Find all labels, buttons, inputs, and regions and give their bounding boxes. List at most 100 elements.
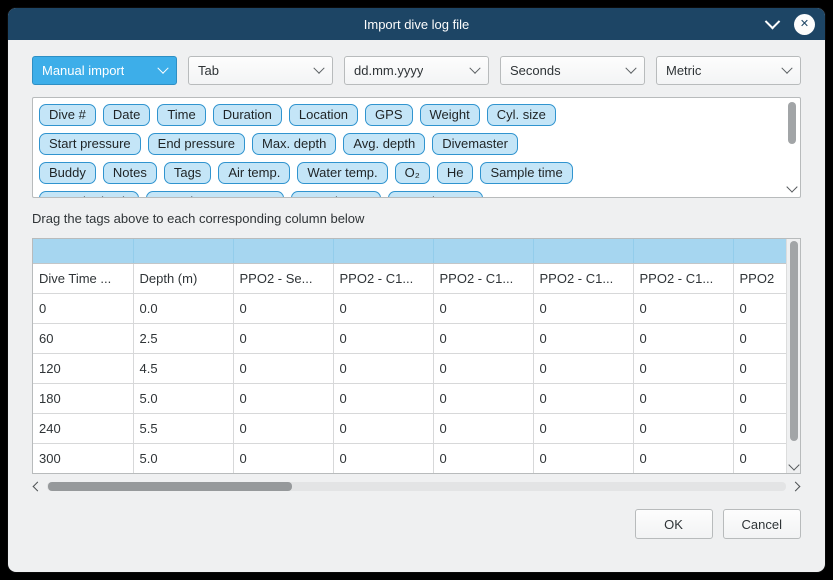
tag-dive[interactable]: Dive # bbox=[39, 104, 96, 126]
tag-divemaster[interactable]: Divemaster bbox=[432, 133, 518, 155]
table-cell: 0 bbox=[233, 383, 333, 413]
dialog-content: Manual importTabdd.mm.yyyySecondsMetric … bbox=[8, 40, 825, 572]
table-cell: 0 bbox=[533, 383, 633, 413]
table-cell: 0 bbox=[233, 443, 333, 473]
tag-he[interactable]: He bbox=[437, 162, 474, 184]
table-cell: 0 bbox=[533, 353, 633, 383]
tag-notes[interactable]: Notes bbox=[103, 162, 157, 184]
combo-metric[interactable]: Metric bbox=[656, 56, 801, 85]
tag-tags[interactable]: Tags bbox=[164, 162, 211, 184]
titlebar-icons: ✕ bbox=[767, 8, 815, 40]
combo-label: Manual import bbox=[42, 63, 124, 78]
chevron-down-icon[interactable] bbox=[765, 13, 781, 29]
column-drop-row bbox=[33, 239, 801, 263]
tag-sample-cns[interactable]: Sample CNS bbox=[388, 191, 483, 198]
tag-max-depth[interactable]: Max. depth bbox=[252, 133, 336, 155]
table-cell: 60 bbox=[33, 323, 133, 353]
combo-dd-mm-yyyy[interactable]: dd.mm.yyyy bbox=[344, 56, 489, 85]
table-cell: 180 bbox=[33, 383, 133, 413]
table-cell: 0 bbox=[333, 353, 433, 383]
table-cell: 0 bbox=[433, 293, 533, 323]
column-drop-target[interactable] bbox=[633, 239, 733, 263]
tag-duration[interactable]: Duration bbox=[213, 104, 282, 126]
tag-location[interactable]: Location bbox=[289, 104, 358, 126]
table-cell: 0 bbox=[633, 413, 733, 443]
combo-label: Metric bbox=[666, 63, 701, 78]
tagbox-scrollbar-vertical[interactable] bbox=[786, 100, 798, 195]
table-cell: 0 bbox=[633, 383, 733, 413]
table-cell: 300 bbox=[33, 443, 133, 473]
table-row: 3005.0000000 bbox=[33, 443, 801, 473]
chevron-down-icon bbox=[781, 62, 792, 73]
column-drop-target[interactable] bbox=[433, 239, 533, 263]
tag-cyl-size[interactable]: Cyl. size bbox=[487, 104, 556, 126]
table-cell: 2.5 bbox=[133, 323, 233, 353]
combo-tab[interactable]: Tab bbox=[188, 56, 333, 85]
tag-buddy[interactable]: Buddy bbox=[39, 162, 96, 184]
preview-table: Dive Time ...Depth (m)PPO2 - Se...PPO2 -… bbox=[33, 239, 801, 474]
titlebar[interactable]: Import dive log file ✕ bbox=[8, 8, 825, 40]
tag-box: Dive # Date Time Duration Location GPS Weight C… bbox=[32, 97, 801, 198]
drag-hint: Drag the tags above to each correspondin… bbox=[32, 211, 801, 229]
chevron-right-icon[interactable] bbox=[791, 482, 801, 492]
table-cell: 0 bbox=[333, 413, 433, 443]
tag-list: Dive # Date Time Duration Location GPS Weight C… bbox=[33, 98, 800, 198]
close-button[interactable]: ✕ bbox=[794, 14, 815, 35]
table-cell: 0 bbox=[33, 293, 133, 323]
tag-gps[interactable]: GPS bbox=[365, 104, 412, 126]
table-cell: 0 bbox=[233, 293, 333, 323]
table-cell: 5.0 bbox=[133, 383, 233, 413]
combo-row: Manual import Tab dd.mm.yyyy Seconds Metric bbox=[32, 56, 801, 85]
table-cell: 0.0 bbox=[133, 293, 233, 323]
table-row: 1204.5000000 bbox=[33, 353, 801, 383]
table-cell: 0 bbox=[333, 383, 433, 413]
table-cell: 0 bbox=[433, 413, 533, 443]
table-cell: 0 bbox=[533, 443, 633, 473]
tag-sample-depth[interactable]: Sample depth bbox=[39, 191, 139, 198]
column-header-ppo2-c1: PPO2 - C1... bbox=[533, 263, 633, 293]
column-header-ppo2-c1: PPO2 - C1... bbox=[633, 263, 733, 293]
table-scrollbar-vertical[interactable] bbox=[786, 239, 800, 473]
ok-button[interactable]: OK bbox=[635, 509, 713, 539]
table-cell: 0 bbox=[633, 443, 733, 473]
column-header-depth-m: Depth (m) bbox=[133, 263, 233, 293]
table-cell: 0 bbox=[633, 353, 733, 383]
combo-manual-import[interactable]: Manual import bbox=[32, 56, 177, 85]
column-header-ppo2-se: PPO2 - Se... bbox=[233, 263, 333, 293]
column-drop-target[interactable] bbox=[133, 239, 233, 263]
tag-sample-po[interactable]: Sample pO₂ bbox=[291, 191, 381, 198]
tag-weight[interactable]: Weight bbox=[420, 104, 480, 126]
table-cell: 0 bbox=[433, 383, 533, 413]
tag-row: Dive # Date Time Duration Location GPS Weight C… bbox=[39, 104, 778, 126]
cancel-button[interactable]: Cancel bbox=[723, 509, 801, 539]
close-icon: ✕ bbox=[800, 19, 809, 30]
column-drop-target[interactable] bbox=[333, 239, 433, 263]
combo-label: dd.mm.yyyy bbox=[354, 63, 423, 78]
chevron-down-icon[interactable] bbox=[788, 459, 799, 470]
tag-avg-depth[interactable]: Avg. depth bbox=[343, 133, 425, 155]
tag-sample-temperature[interactable]: Sample temperature bbox=[146, 191, 284, 198]
tag-air-temp[interactable]: Air temp. bbox=[218, 162, 290, 184]
scrollbar-handle[interactable] bbox=[790, 241, 798, 441]
tag-date[interactable]: Date bbox=[103, 104, 150, 126]
tag-o[interactable]: O₂ bbox=[395, 162, 430, 184]
column-drop-target[interactable] bbox=[33, 239, 133, 263]
table-scrollbar-horizontal[interactable] bbox=[32, 478, 801, 495]
column-drop-target[interactable] bbox=[533, 239, 633, 263]
table-cell: 5.0 bbox=[133, 443, 233, 473]
tag-time[interactable]: Time bbox=[157, 104, 205, 126]
scrollbar-handle[interactable] bbox=[48, 482, 292, 491]
column-drop-target[interactable] bbox=[233, 239, 333, 263]
table-cell: 0 bbox=[533, 323, 633, 353]
scrollbar-handle[interactable] bbox=[788, 102, 796, 144]
chevron-down-icon[interactable] bbox=[786, 181, 797, 192]
scrollbar-track[interactable] bbox=[47, 482, 786, 491]
tag-sample-time[interactable]: Sample time bbox=[480, 162, 572, 184]
tag-water-temp[interactable]: Water temp. bbox=[297, 162, 387, 184]
combo-seconds[interactable]: Seconds bbox=[500, 56, 645, 85]
tag-start-pressure[interactable]: Start pressure bbox=[39, 133, 141, 155]
tag-end-pressure[interactable]: End pressure bbox=[148, 133, 245, 155]
chevron-left-icon[interactable] bbox=[33, 482, 43, 492]
button-row: OK Cancel bbox=[32, 509, 801, 539]
column-header-ppo2-c1: PPO2 - C1... bbox=[333, 263, 433, 293]
